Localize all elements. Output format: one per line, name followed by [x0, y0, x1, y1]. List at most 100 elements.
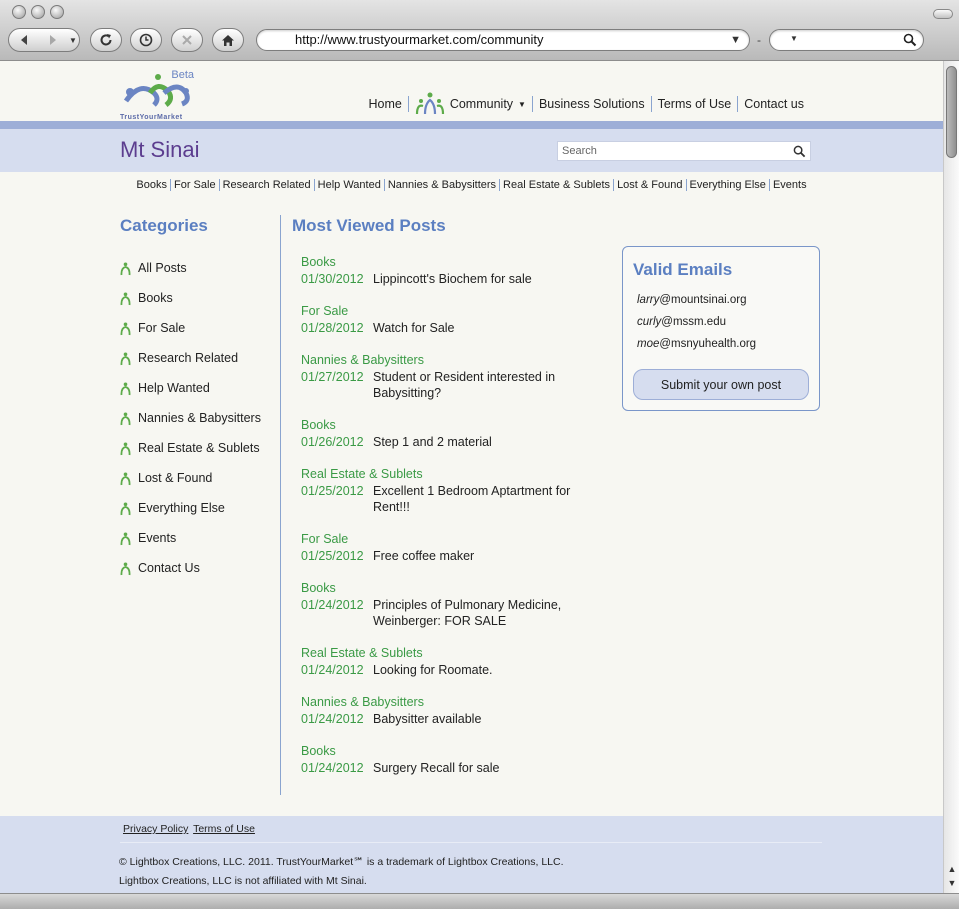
- post-category-link[interactable]: For Sale: [301, 303, 601, 320]
- nav-contact[interactable]: Contact us: [738, 97, 810, 111]
- category-item[interactable]: Real Estate & Sublets: [120, 441, 261, 471]
- submit-post-button[interactable]: Submit your own post: [633, 369, 809, 400]
- reload-button[interactable]: [90, 28, 122, 52]
- post-category-link[interactable]: Books: [301, 743, 601, 760]
- subnav-item[interactable]: Lost & Found: [613, 179, 685, 191]
- back-button[interactable]: [9, 29, 39, 51]
- scrollbar-thumb[interactable]: [946, 66, 957, 158]
- vertical-scrollbar[interactable]: ▲ ▼: [943, 61, 959, 893]
- category-label: Nannies & Babysitters: [138, 411, 261, 425]
- person-icon: [120, 262, 131, 276]
- category-item[interactable]: Events: [120, 531, 261, 561]
- browser-search-field[interactable]: ▼: [769, 29, 924, 51]
- post-title-link[interactable]: Student or Resident interested in Babysi…: [373, 369, 583, 401]
- window-controls: [12, 5, 64, 19]
- post-item: Books 01/24/2012 Surgery Recall for sale: [301, 743, 601, 776]
- address-bar[interactable]: http://www.trustyourmarket.com/community…: [256, 29, 750, 51]
- category-item[interactable]: Everything Else: [120, 501, 261, 531]
- category-item[interactable]: Contact Us: [120, 561, 261, 591]
- post-category-link[interactable]: Books: [301, 580, 601, 597]
- person-icon: [120, 502, 131, 516]
- minimize-window-button[interactable]: [31, 5, 45, 19]
- post-title-link[interactable]: Babysitter available: [373, 711, 583, 727]
- history-button[interactable]: [130, 28, 162, 52]
- nav-community[interactable]: Community ▼: [409, 92, 532, 116]
- person-icon: [120, 412, 131, 426]
- category-label: All Posts: [138, 261, 187, 275]
- site-logo[interactable]: Beta TrustYourMarket: [120, 69, 200, 121]
- toolbar-toggle-button[interactable]: [933, 9, 953, 19]
- nav-terms[interactable]: Terms of Use: [652, 97, 738, 111]
- logo-wordmark: TrustYourMarket: [120, 114, 183, 121]
- post-title-link[interactable]: Lippincott's Biochem for sale: [373, 271, 583, 287]
- post-category-link[interactable]: Real Estate & Sublets: [301, 466, 601, 483]
- post-date: 01/24/2012: [301, 712, 364, 726]
- subnav-item[interactable]: Research Related: [218, 179, 314, 191]
- post-title-link[interactable]: Surgery Recall for sale: [373, 760, 583, 776]
- subnav-item[interactable]: For Sale: [170, 179, 219, 191]
- close-window-button[interactable]: [12, 5, 26, 19]
- search-icon[interactable]: [903, 33, 917, 47]
- post-title-link[interactable]: Step 1 and 2 material: [373, 434, 583, 450]
- stop-button[interactable]: [171, 28, 203, 52]
- post-category-link[interactable]: Nannies & Babysitters: [301, 694, 601, 711]
- person-icon: [120, 352, 131, 366]
- history-dropdown[interactable]: ▼: [67, 29, 79, 51]
- subnav-item[interactable]: Help Wanted: [313, 179, 384, 191]
- post-category-link[interactable]: Nannies & Babysitters: [301, 352, 601, 369]
- search-icon[interactable]: [793, 145, 806, 158]
- category-item[interactable]: All Posts: [120, 261, 261, 291]
- email-domain: @msnyuhealth.org: [659, 338, 757, 350]
- privacy-policy-link[interactable]: Privacy Policy: [123, 823, 188, 835]
- post-title-link[interactable]: Looking for Roomate.: [373, 662, 583, 678]
- post-title-link[interactable]: Watch for Sale: [373, 320, 583, 336]
- valid-emails-list: larry@mountsinai.org curly@mssm.edu moe@ms…: [637, 294, 756, 360]
- post-date: 01/25/2012: [301, 484, 364, 498]
- post-item: For Sale 01/28/2012 Watch for Sale: [301, 303, 601, 336]
- post-date: 01/28/2012: [301, 321, 364, 335]
- copyright-text: © Lightbox Creations, LLC. 2011. TrustYo…: [119, 856, 564, 868]
- nav-home[interactable]: Home: [362, 97, 407, 111]
- post-category-link[interactable]: Real Estate & Sublets: [301, 645, 601, 662]
- web-page: Beta TrustYourMarket Home Community ▼ Bu…: [0, 61, 943, 893]
- scroll-up-arrow[interactable]: ▲: [946, 864, 958, 874]
- most-viewed-heading: Most Viewed Posts: [292, 216, 446, 235]
- category-item[interactable]: Books: [120, 291, 261, 321]
- subnav-item[interactable]: Books: [133, 179, 170, 191]
- post-date: 01/27/2012: [301, 370, 364, 384]
- subnav-item[interactable]: Events: [768, 179, 810, 191]
- address-dropdown-icon[interactable]: ▼: [730, 30, 741, 50]
- nav-business-solutions[interactable]: Business Solutions: [533, 97, 651, 111]
- category-item[interactable]: Lost & Found: [120, 471, 261, 501]
- subnav-item[interactable]: Nannies & Babysitters: [383, 179, 499, 191]
- home-button[interactable]: [212, 28, 244, 52]
- forward-button[interactable]: [39, 29, 67, 51]
- category-item[interactable]: For Sale: [120, 321, 261, 351]
- email-domain: @mssm.edu: [661, 316, 726, 328]
- scroll-down-arrow[interactable]: ▼: [946, 878, 958, 888]
- category-item[interactable]: Research Related: [120, 351, 261, 381]
- nav-community-label: Community: [449, 97, 514, 111]
- post-title-link[interactable]: Excellent 1 Bedroom Aptartment for Rent!…: [373, 483, 583, 515]
- post-title-link[interactable]: Principles of Pulmonary Medicine, Weinbe…: [373, 597, 583, 629]
- footer-terms-link[interactable]: Terms of Use: [193, 823, 255, 835]
- category-label: For Sale: [138, 321, 186, 335]
- post-category-link[interactable]: Books: [301, 417, 601, 434]
- zoom-window-button[interactable]: [50, 5, 64, 19]
- post-item: Real Estate & Sublets 01/25/2012 Excellent…: [301, 466, 601, 515]
- categories-heading: Categories: [120, 216, 208, 235]
- post-title-link[interactable]: Free coffee maker: [373, 548, 583, 564]
- top-navigation: Home Community ▼ Business Solutions Term…: [362, 92, 810, 116]
- subnav-item[interactable]: Real Estate & Sublets: [499, 179, 613, 191]
- search-engine-dropdown-icon[interactable]: ▼: [790, 34, 798, 43]
- post-category-link[interactable]: For Sale: [301, 531, 601, 548]
- subnav-item[interactable]: Everything Else: [685, 179, 769, 191]
- category-item[interactable]: Nannies & Babysitters: [120, 411, 261, 441]
- site-search-input[interactable]: Search: [557, 141, 811, 161]
- person-icon: [120, 562, 131, 576]
- post-date: 01/24/2012: [301, 663, 364, 677]
- category-item[interactable]: Help Wanted: [120, 381, 261, 411]
- post-category-link[interactable]: Books: [301, 254, 601, 271]
- logo-rings-icon: [123, 74, 190, 107]
- email-item: curly@mssm.edu: [637, 316, 756, 338]
